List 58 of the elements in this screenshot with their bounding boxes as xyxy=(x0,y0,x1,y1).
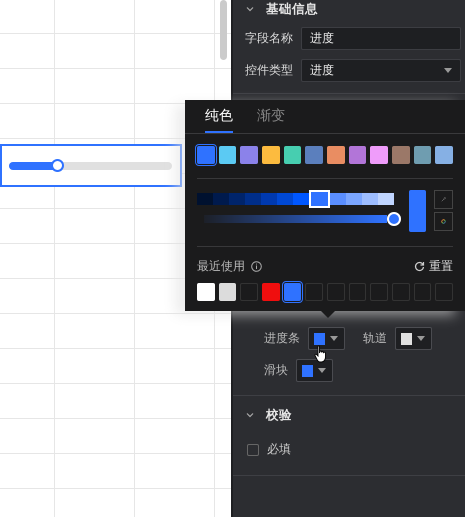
info-icon[interactable] xyxy=(251,261,262,272)
refresh-icon xyxy=(414,261,425,272)
color-label: 进度条 xyxy=(264,330,300,347)
shade-swatch[interactable] xyxy=(277,193,294,205)
shade-swatch[interactable] xyxy=(245,193,262,205)
progress-widget[interactable] xyxy=(0,144,182,187)
shade-swatch[interactable] xyxy=(330,193,346,205)
color-wheel-icon[interactable] xyxy=(434,212,453,231)
recent-swatch[interactable] xyxy=(262,283,280,301)
shade-swatch[interactable] xyxy=(378,193,394,205)
shade-swatch[interactable] xyxy=(261,193,278,205)
color-swatch[interactable] xyxy=(435,146,454,164)
color-picker-button[interactable] xyxy=(395,327,432,350)
color-label: 滑块 xyxy=(264,362,288,379)
input-field[interactable]: 进度 xyxy=(301,27,461,50)
recent-title: 最近使用 xyxy=(197,258,245,275)
recent-swatch[interactable] xyxy=(197,283,215,301)
color-swatch[interactable] xyxy=(218,146,236,164)
color-swatch[interactable] xyxy=(327,146,345,164)
shade-swatch[interactable] xyxy=(293,193,310,205)
color-swatch[interactable] xyxy=(197,146,215,164)
tab[interactable]: 渐变 xyxy=(257,100,285,133)
color-swatch[interactable] xyxy=(370,146,388,164)
color-preview xyxy=(408,190,426,232)
opacity-slider[interactable] xyxy=(204,212,401,226)
color-swatch[interactable] xyxy=(305,146,324,164)
field-label: 控件类型 xyxy=(245,62,294,79)
section-title: 校验 xyxy=(266,406,292,424)
checkbox-label: 必填 xyxy=(267,441,291,458)
section-title: 基础信息 xyxy=(266,0,318,18)
checkbox[interactable] xyxy=(247,444,259,456)
shade-swatch[interactable] xyxy=(346,193,362,205)
color-swatch[interactable] xyxy=(414,146,432,164)
shade-swatch[interactable] xyxy=(229,193,246,205)
hand-cursor-icon xyxy=(314,345,328,363)
color-picker-button[interactable] xyxy=(296,359,333,382)
color-swatch[interactable] xyxy=(240,146,258,164)
color-swatch[interactable] xyxy=(348,146,366,164)
recent-swatch[interactable] xyxy=(218,283,236,301)
color-swatch[interactable] xyxy=(284,146,302,164)
slider-thumb[interactable] xyxy=(386,212,401,226)
scrollbar[interactable] xyxy=(220,0,227,60)
shade-swatch[interactable] xyxy=(213,193,230,205)
select-field[interactable]: 进度 xyxy=(301,59,461,82)
tab[interactable]: 纯色 xyxy=(205,100,233,133)
shade-swatch[interactable] xyxy=(197,193,214,205)
field-label: 字段名称 xyxy=(245,30,294,47)
color-picker-button[interactable] xyxy=(308,327,345,350)
chevron-icon[interactable] xyxy=(245,4,255,14)
color-swatch[interactable] xyxy=(392,146,410,164)
reset-button[interactable]: 重置 xyxy=(414,258,453,275)
color-label: 轨道 xyxy=(363,330,387,347)
progress-thumb[interactable] xyxy=(50,158,64,172)
color-swatch[interactable] xyxy=(262,146,280,164)
chevron-icon[interactable] xyxy=(245,410,255,420)
shade-swatch[interactable] xyxy=(362,193,378,205)
shade-swatch[interactable] xyxy=(309,190,330,208)
recent-swatch[interactable] xyxy=(284,283,302,301)
